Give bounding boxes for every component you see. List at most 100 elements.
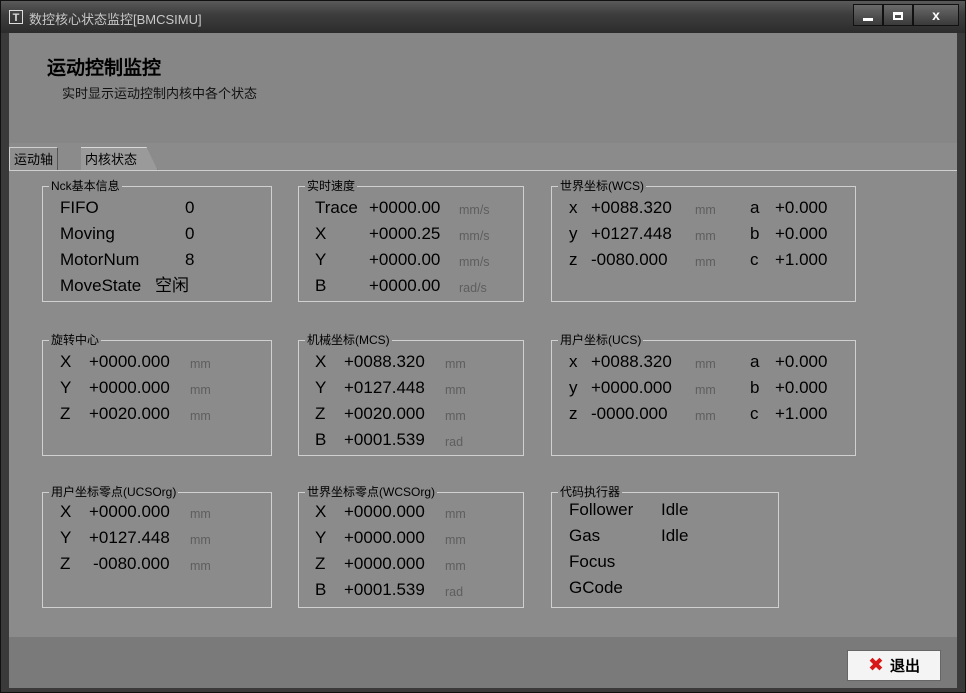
row-value: +0000.25 <box>369 224 441 243</box>
row-unit: mm <box>190 533 211 547</box>
maximize-button[interactable] <box>883 4 913 26</box>
row-unit: mm <box>445 507 466 521</box>
row-label2: b <box>750 378 760 397</box>
row-value: +0088.320 <box>344 352 425 371</box>
row-label: Z <box>60 404 71 423</box>
row-value: +0020.000 <box>89 404 170 423</box>
row-unit: mm <box>445 559 466 573</box>
row-unit: mm <box>695 357 716 371</box>
row-label: Y <box>315 528 327 547</box>
row-label: X <box>60 502 72 521</box>
row-unit: mm <box>445 533 466 547</box>
row-unit: mm <box>695 255 716 269</box>
row-value: Idle <box>661 526 689 545</box>
row-label: X <box>315 352 327 371</box>
row-unit: rad <box>445 585 464 599</box>
close-button[interactable]: x <box>913 4 959 26</box>
row-value: +0000.000 <box>344 502 425 521</box>
row-label: Z <box>315 404 326 423</box>
row-label: Moving <box>60 224 115 243</box>
row-label: B <box>315 276 327 295</box>
row-value: +0000.000 <box>89 502 170 521</box>
exit-button-label: 退出 <box>889 658 920 675</box>
row-label2: a <box>750 198 760 217</box>
row-label: Y <box>315 250 327 269</box>
row-label: x <box>569 352 578 371</box>
minimize-button[interactable] <box>853 4 883 26</box>
row-unit: mm <box>445 409 466 423</box>
tab-divider <box>9 170 957 171</box>
row-label: Y <box>315 378 327 397</box>
row-value: +0000.000 <box>89 378 170 397</box>
group-mcs: 机械坐标(MCS) X +0088.320 mm Y +0127.448 mm … <box>298 332 524 456</box>
row-value: +0127.448 <box>591 224 672 243</box>
close-icon: x <box>932 7 940 23</box>
row-unit: mm <box>695 383 716 397</box>
group-title: 世界坐标零点(WCSOrg) <box>305 484 437 500</box>
row-label: B <box>315 430 327 449</box>
row-unit: mm <box>695 203 716 217</box>
row-label: y <box>569 224 578 243</box>
row-unit: mm <box>190 507 211 521</box>
row-value: +0000.00 <box>369 198 441 217</box>
row-value: 0 <box>185 198 195 217</box>
row-value: +0000.000 <box>344 528 425 547</box>
title-bar[interactable]: T 数控核心状态监控[BMCSIMU] x <box>1 1 965 33</box>
row-value: -0080.000 <box>591 250 668 269</box>
row-label2: a <box>750 352 760 371</box>
group-title: 实时速度 <box>305 178 358 194</box>
row-label: Z <box>60 554 71 573</box>
minimize-icon <box>863 17 873 21</box>
window-title: 数控核心状态监控[BMCSIMU] <box>29 12 202 27</box>
row-label: X <box>60 352 72 371</box>
row-unit: mm/s <box>459 229 490 243</box>
row-value: +0001.539 <box>344 580 425 599</box>
row-label2: b <box>750 224 760 243</box>
footer-bar <box>9 637 957 688</box>
group-title: 世界坐标(WCS) <box>558 178 646 194</box>
maximize-icon <box>893 12 903 21</box>
row-unit: mm <box>445 383 466 397</box>
row-label: MoveState <box>60 276 142 295</box>
row-value2: +0.000 <box>775 352 828 371</box>
group-title: 用户坐标零点(UCSOrg) <box>49 484 179 500</box>
row-label: Trace <box>315 198 358 217</box>
row-label: MotorNum <box>60 250 140 269</box>
row-label: GCode <box>569 578 623 597</box>
row-label: X <box>315 502 327 521</box>
row-unit: mm <box>190 559 211 573</box>
page-header: 运动控制监控 实时显示运动控制内核中各个状态 <box>9 33 957 143</box>
row-value: +0000.000 <box>344 554 425 573</box>
page-subtitle: 实时显示运动控制内核中各个状态 <box>62 86 258 101</box>
row-value: +0088.320 <box>591 198 672 217</box>
row-label: Follower <box>569 500 634 519</box>
main-window: T 数控核心状态监控[BMCSIMU] x 运动控制监控 实时显示运动控制内核中… <box>0 0 966 693</box>
row-label: Focus <box>569 552 616 571</box>
row-value: +0000.000 <box>89 352 170 371</box>
app-icon[interactable]: T <box>9 10 23 24</box>
group-rotation-center: 旋转中心 X +0000.000 mm Y +0000.000 mm Z +00… <box>42 332 272 456</box>
row-label: FIFO <box>60 198 99 217</box>
window-controls: x <box>853 4 959 26</box>
group-title: 用户坐标(UCS) <box>558 332 644 348</box>
group-ucs-origin: 用户坐标零点(UCSOrg) X +0000.000 mm Y +0127.44… <box>42 484 272 608</box>
row-value: -0080.000 <box>93 554 170 573</box>
row-value: 8 <box>185 250 195 269</box>
group-title: 旋转中心 <box>49 332 102 348</box>
exit-button[interactable]: ✖ 退出 <box>847 650 941 681</box>
row-label: Y <box>60 378 72 397</box>
row-unit: mm <box>695 229 716 243</box>
row-value: 空闲 <box>155 276 189 295</box>
row-unit: mm/s <box>459 203 490 217</box>
row-value: +0020.000 <box>344 404 425 423</box>
row-label: Z <box>315 554 326 573</box>
row-unit: mm <box>190 383 211 397</box>
row-value: +0088.320 <box>591 352 672 371</box>
group-nck-info: Nck基本信息 FIFO 0 Moving 0 MotorNum 8 MoveS… <box>42 178 272 302</box>
tab-kernel-status[interactable]: 内核状态 <box>81 147 159 171</box>
tab-axes[interactable]: 运动轴 <box>9 147 59 171</box>
row-label2: c <box>750 404 759 423</box>
row-value2: +0.000 <box>775 198 828 217</box>
row-value2: +1.000 <box>775 250 828 269</box>
row-unit: mm <box>695 409 716 423</box>
